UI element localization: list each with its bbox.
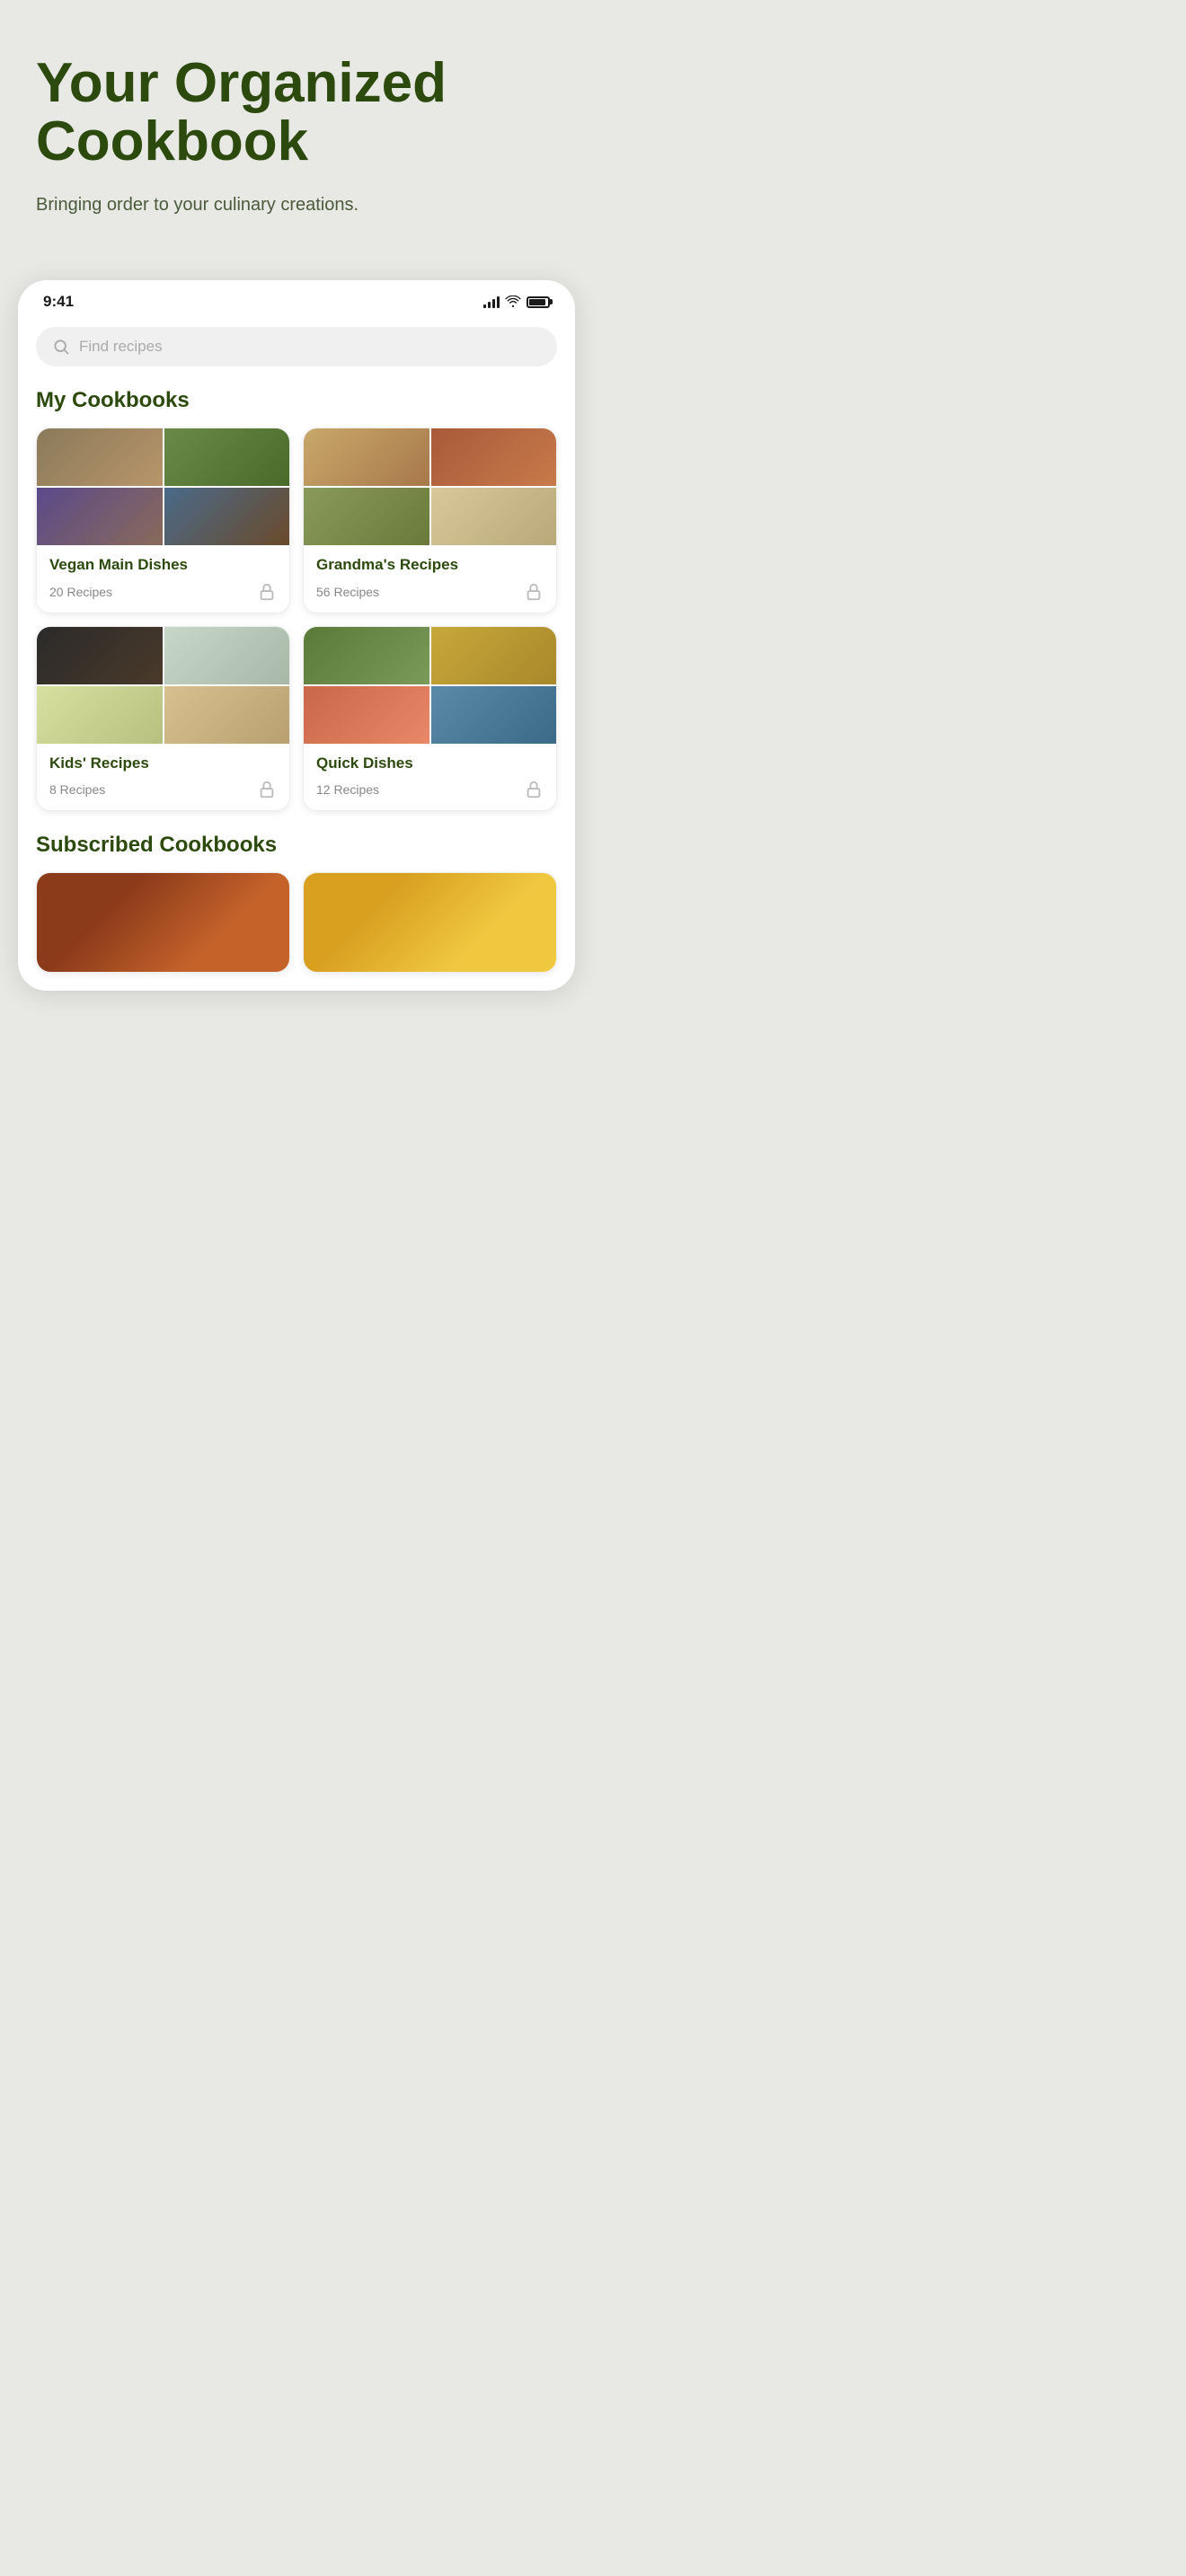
lock-icon-grandma: [524, 582, 544, 602]
cookbook-card-grandma[interactable]: Grandma's Recipes 56 Recipes: [303, 428, 557, 613]
cookbook-image-kids: [37, 627, 289, 744]
quick-img-4: [431, 686, 557, 744]
phone-mockup: 9:41: [18, 280, 575, 991]
subscribed-img-2: [304, 873, 556, 972]
cookbook-meta-grandma: 56 Recipes: [316, 582, 544, 602]
cookbook-count-kids: 8 Recipes: [49, 782, 105, 797]
lock-icon-vegan: [257, 582, 277, 602]
cookbook-name-kids: Kids' Recipes: [49, 754, 277, 772]
search-bar[interactable]: Find recipes: [36, 327, 557, 366]
vegan-img-1: [37, 428, 163, 486]
cookbook-count-vegan: 20 Recipes: [49, 585, 112, 599]
lock-icon-kids: [257, 780, 277, 799]
grandma-img-4: [431, 488, 557, 545]
subscribed-cookbooks-grid: [36, 872, 557, 973]
quick-img-2: [431, 627, 557, 684]
signal-icon: [483, 296, 500, 308]
battery-icon: [527, 296, 550, 308]
cookbook-info-grandma: Grandma's Recipes 56 Recipes: [304, 545, 556, 612]
subscribed-card-1[interactable]: [36, 872, 290, 973]
status-time: 9:41: [43, 293, 74, 311]
hero-section: Your Organized Cookbook Bringing order t…: [0, 0, 593, 253]
grandma-img-3: [304, 488, 429, 545]
my-cookbooks-title: My Cookbooks: [18, 381, 575, 428]
my-cookbooks-section: My Cookbooks Vegan Main Dishes 20 Recipe…: [18, 381, 575, 811]
cookbook-meta-vegan: 20 Recipes: [49, 582, 277, 602]
grandma-img-2: [431, 428, 557, 486]
cookbook-meta-kids: 8 Recipes: [49, 780, 277, 799]
wifi-icon: [505, 296, 521, 308]
kids-img-3: [37, 686, 163, 744]
vegan-img-4: [164, 488, 290, 545]
cookbook-name-quick: Quick Dishes: [316, 754, 544, 772]
cookbook-info-vegan: Vegan Main Dishes 20 Recipes: [37, 545, 289, 612]
subscribed-img-1: [37, 873, 289, 972]
status-bar: 9:41: [18, 280, 575, 320]
cookbooks-grid: Vegan Main Dishes 20 Recipes: [18, 428, 575, 811]
kids-img-1: [37, 627, 163, 684]
quick-img-1: [304, 627, 429, 684]
vegan-img-3: [37, 488, 163, 545]
subscribed-cookbooks-title: Subscribed Cookbooks: [36, 833, 557, 858]
subscribed-cookbooks-section: Subscribed Cookbooks: [18, 811, 575, 973]
subscribed-card-2[interactable]: [303, 872, 557, 973]
lock-icon-quick: [524, 780, 544, 799]
kids-img-4: [164, 686, 290, 744]
cookbook-name-vegan: Vegan Main Dishes: [49, 556, 277, 574]
grandma-img-1: [304, 428, 429, 486]
search-icon: [52, 338, 70, 356]
cookbook-name-grandma: Grandma's Recipes: [316, 556, 544, 574]
cookbook-card-quick[interactable]: Quick Dishes 12 Recipes: [303, 626, 557, 811]
hero-subtitle: Bringing order to your culinary creation…: [36, 192, 557, 217]
kids-img-2: [164, 627, 290, 684]
search-bar-container: Find recipes: [18, 320, 575, 381]
cookbook-card-kids[interactable]: Kids' Recipes 8 Recipes: [36, 626, 290, 811]
search-placeholder: Find recipes: [79, 338, 163, 356]
quick-img-3: [304, 686, 429, 744]
cookbook-count-grandma: 56 Recipes: [316, 585, 379, 599]
cookbook-image-grandma: [304, 428, 556, 545]
cookbook-meta-quick: 12 Recipes: [316, 780, 544, 799]
cookbook-count-quick: 12 Recipes: [316, 782, 379, 797]
cookbook-info-kids: Kids' Recipes 8 Recipes: [37, 744, 289, 810]
cookbook-image-vegan: [37, 428, 289, 545]
hero-title: Your Organized Cookbook: [36, 54, 557, 171]
cookbook-image-quick: [304, 627, 556, 744]
cookbook-card-vegan[interactable]: Vegan Main Dishes 20 Recipes: [36, 428, 290, 613]
vegan-img-2: [164, 428, 290, 486]
status-icons: [483, 296, 550, 308]
cookbook-info-quick: Quick Dishes 12 Recipes: [304, 744, 556, 810]
